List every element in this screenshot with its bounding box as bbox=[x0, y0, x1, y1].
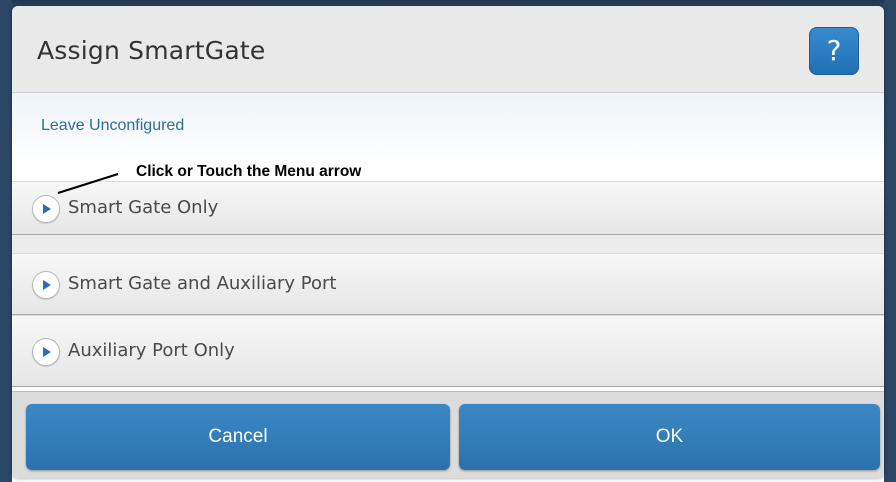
ok-button[interactable]: OK bbox=[459, 404, 880, 470]
dialog-header: Assign SmartGate ? bbox=[12, 6, 884, 93]
dialog-footer: Cancel OK bbox=[12, 391, 884, 478]
cancel-button[interactable]: Cancel bbox=[26, 404, 450, 470]
background-left-strip bbox=[0, 0, 12, 482]
help-button[interactable]: ? bbox=[809, 27, 859, 75]
background-right-strip bbox=[884, 0, 896, 482]
callout-pointer-line bbox=[57, 173, 119, 194]
dialog-title: Assign SmartGate bbox=[37, 36, 266, 65]
dialog-body: Leave Unconfigured Smart Gate Only Smart… bbox=[12, 93, 884, 393]
assign-smartgate-dialog: Assign SmartGate ? Leave Unconfigured Sm… bbox=[12, 6, 884, 478]
